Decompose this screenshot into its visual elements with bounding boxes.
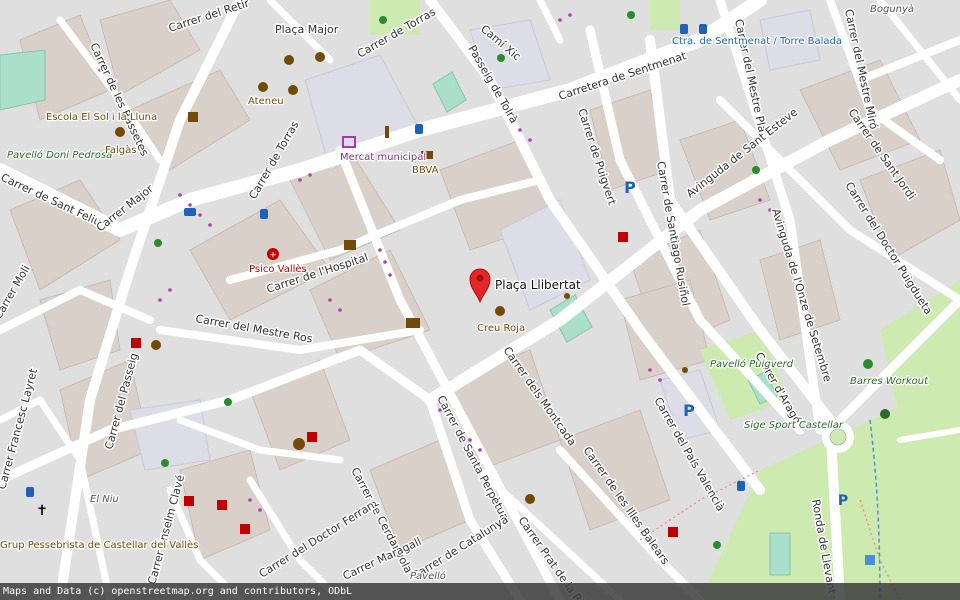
poi-label-pavello: Pavelló — [410, 570, 446, 582]
school-icon — [115, 127, 125, 137]
poi-label-barres-workout: Barres Workout — [850, 376, 929, 387]
svg-text:P: P — [624, 178, 636, 197]
bus-stop-icon — [680, 24, 688, 34]
bicycle-icon — [682, 367, 688, 373]
theatre-icon — [258, 82, 268, 92]
tree-icon — [224, 398, 232, 406]
library-icon — [344, 240, 356, 250]
drinking-water-icon — [865, 555, 875, 565]
pharmacy-icon — [131, 338, 141, 348]
poi-label-ctra-sentmenat: Ctra. de Sentmenat / Torre Balada — [672, 36, 842, 47]
svg-text:P: P — [838, 493, 848, 509]
taxi-icon — [184, 208, 196, 216]
street-label: Plaça Major — [275, 23, 339, 36]
theatre-icon — [284, 55, 294, 65]
pharmacy-icon — [184, 496, 194, 506]
map-attribution[interactable]: Maps and Data (c) openstreetmap.org and … — [0, 583, 960, 600]
poi-label-falgas: Falgàs — [105, 144, 136, 156]
poi-label-creu-roja: Creu Roja — [477, 323, 525, 334]
paw-icon — [880, 409, 890, 419]
bus-stop-icon — [26, 487, 34, 497]
poi-label-mercat: Mercat municipal — [340, 152, 426, 163]
tree-icon — [752, 166, 760, 174]
historic-icon — [385, 126, 389, 138]
pharmacy-icon — [307, 432, 317, 442]
poi-label-bbva: BBVA — [412, 165, 439, 176]
bus-stop-icon — [737, 481, 745, 491]
pharmacy-icon — [668, 527, 678, 537]
tree-icon — [497, 54, 505, 62]
tree-icon — [627, 11, 635, 19]
poi-label-grup-pessebrista: Grup Pessebrista de Castellar del Vallès — [0, 539, 198, 551]
theatre-icon — [315, 52, 325, 62]
pharmacy-icon — [240, 524, 250, 534]
bus-stop-icon — [699, 24, 707, 34]
pharmacy-icon — [618, 232, 628, 242]
tree-icon — [154, 239, 162, 247]
poi-label-bogunya: Bogunyà — [870, 3, 914, 15]
art-icon — [293, 438, 305, 450]
poi-label-pavello-doni: Pavelló Doni Pedrosa — [7, 149, 112, 161]
map-canvas[interactable]: Carrer del Retir Plaça Major Carrer de T… — [0, 0, 960, 600]
parking-icon: P — [624, 178, 636, 197]
fitness-icon — [863, 359, 873, 369]
roundabout-island — [829, 428, 847, 446]
townhall-icon — [188, 112, 198, 122]
parking-icon: P — [838, 493, 848, 509]
poi-label-escola: Escola El Sol i la Lluna — [46, 112, 157, 123]
social-facility-icon — [525, 494, 535, 504]
post-office-icon — [406, 318, 420, 328]
theatre-icon — [288, 85, 298, 95]
poi-label-psico-valles: Psico Vallès — [249, 263, 307, 275]
tree-icon — [713, 541, 721, 549]
tree-icon — [379, 16, 387, 24]
parking-icon: P — [683, 401, 695, 420]
social-facility-icon — [151, 340, 161, 350]
social-facility-icon — [495, 306, 505, 316]
bicycle-icon — [564, 293, 570, 299]
pharmacy-icon — [217, 500, 227, 510]
bus-stop-icon — [415, 124, 423, 134]
svg-text:P: P — [683, 401, 695, 420]
location-marker-label: Plaça Llibertat — [495, 278, 581, 292]
tree-icon — [161, 459, 169, 467]
poi-label-el-niu: El Niu — [90, 494, 119, 505]
bus-stop-icon — [260, 209, 268, 219]
poi-label-ateneu: Ateneu — [248, 96, 284, 107]
svg-text:+: + — [269, 251, 277, 261]
religious-icon: ✝ — [36, 503, 48, 519]
poi-label-sige-sport: Sige Sport Castellar — [744, 420, 844, 431]
svg-text:✝: ✝ — [36, 503, 48, 519]
map-view[interactable]: Carrer del Retir Plaça Major Carrer de T… — [0, 0, 960, 600]
poi-label-pavello-puigverd: Pavelló Puigverd — [710, 358, 794, 370]
